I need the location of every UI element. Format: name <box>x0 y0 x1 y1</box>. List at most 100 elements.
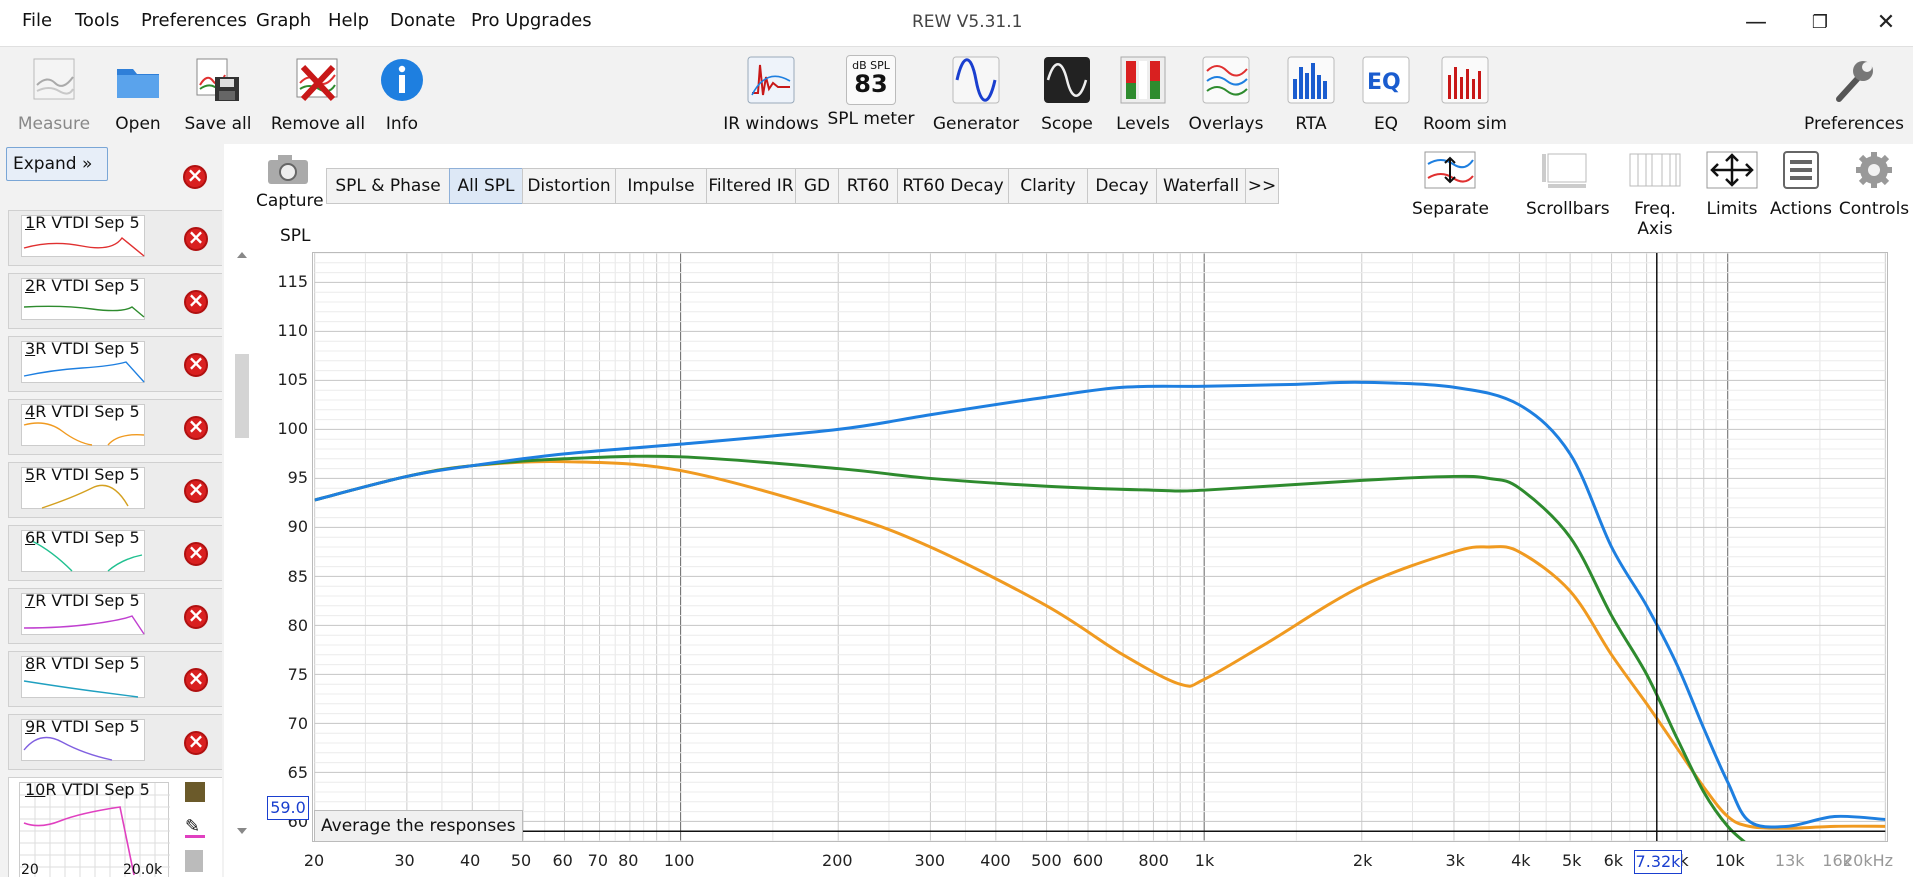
thumbnail-min-freq: 20 <box>21 862 39 877</box>
remove-all-label: Remove all <box>270 114 366 134</box>
pen-icon[interactable]: ✎ <box>185 816 205 838</box>
graph-tab[interactable]: Waterfall <box>1156 168 1246 204</box>
close-button[interactable]: ✕ <box>1866 8 1906 38</box>
menu-tools[interactable]: Tools <box>75 10 119 31</box>
scope-button[interactable]: Scope <box>1032 55 1102 134</box>
graph-tab[interactable]: All SPL <box>449 168 523 204</box>
separate-button[interactable]: Separate <box>1412 150 1489 219</box>
limits-button[interactable]: Limits <box>1702 150 1762 219</box>
remove-measurement-icon[interactable] <box>184 414 208 440</box>
graph-tab[interactable]: >> <box>1245 168 1279 204</box>
x-tick-label: 10k <box>1715 851 1745 870</box>
menu-donate[interactable]: Donate <box>390 10 455 31</box>
overlays-icon <box>1202 56 1250 104</box>
controls-button[interactable]: Controls <box>1838 150 1910 219</box>
measurement-label: R VTDI Sep 5 <box>35 654 140 673</box>
graph-tab[interactable]: RT60 Decay <box>897 168 1009 204</box>
remove-measurement-icon[interactable] <box>184 225 208 251</box>
measurement-number: 5 <box>25 465 36 484</box>
remove-measurement-icon[interactable] <box>184 729 208 755</box>
graph-tab[interactable]: Impulse <box>615 168 707 204</box>
graph-tab[interactable]: Filtered IR <box>706 168 796 204</box>
save-all-button[interactable]: Save all <box>182 55 254 134</box>
controls-label: Controls <box>1838 199 1910 219</box>
scope-icon <box>1044 57 1090 103</box>
graph-tab[interactable]: Distortion <box>522 168 616 204</box>
graph-tab[interactable]: Decay <box>1087 168 1157 204</box>
generator-button[interactable]: Generator <box>930 55 1022 134</box>
menu-graph[interactable]: Graph <box>256 10 311 31</box>
rew-window: File Tools Preferences Graph Help Donate… <box>0 0 1913 877</box>
expand-button[interactable]: Expand » <box>6 147 108 181</box>
menu-help[interactable]: Help <box>328 10 369 31</box>
remove-measurement-icon[interactable] <box>183 163 207 189</box>
measurement-item[interactable]: 2R VTDI Sep 5 <box>8 273 222 329</box>
remove-measurement-icon[interactable] <box>184 477 208 503</box>
separate-label: Separate <box>1412 199 1489 219</box>
graph-tab[interactable]: GD <box>795 168 839 204</box>
measure-icon <box>33 58 75 100</box>
y-tick-label: 80 <box>287 615 308 635</box>
graph-tabs: SPL & Phase All SPL Distortion Impulse Filte… <box>326 168 1324 204</box>
graph-tab[interactable]: SPL & Phase <box>326 168 450 204</box>
measurement-item[interactable]: 3R VTDI Sep 5 <box>8 336 222 392</box>
room-sim-icon <box>1441 56 1489 104</box>
capture-button[interactable]: Capture <box>256 152 324 211</box>
remove-measurement-icon[interactable] <box>184 603 208 629</box>
overlays-button[interactable]: Overlays <box>1188 55 1264 134</box>
eq-button[interactable]: EQ EQ <box>1356 55 1416 134</box>
preferences-button[interactable]: Preferences <box>1800 55 1908 134</box>
gear-icon <box>1856 152 1892 188</box>
minimize-button[interactable]: — <box>1736 8 1776 38</box>
measurement-item[interactable]: 9R VTDI Sep 5 <box>8 714 222 770</box>
measurement-item[interactable]: 1R VTDI Sep 5 <box>8 210 222 266</box>
graph-tab[interactable]: Clarity <box>1008 168 1088 204</box>
scroll-thumb[interactable] <box>235 354 249 438</box>
scrollbars-button[interactable]: Scrollbars <box>1526 150 1610 219</box>
info-label: Info <box>385 114 419 134</box>
ir-windows-icon <box>747 56 795 104</box>
remove-measurement-icon[interactable] <box>184 666 208 692</box>
remove-all-button[interactable]: Remove all <box>270 55 366 134</box>
measurement-item[interactable]: 10R VTDI Sep 5 20 20.0k ✎ <box>8 777 222 877</box>
settings-icon[interactable] <box>185 782 205 802</box>
measure-button[interactable]: Measure <box>14 55 94 134</box>
spl-meter-button[interactable]: dB SPL 83 SPL meter <box>826 55 916 129</box>
room-sim-button[interactable]: Room sim <box>1420 55 1510 134</box>
freq-axis-button[interactable]: Freq. Axis <box>1614 150 1696 239</box>
remove-measurement-icon[interactable] <box>184 540 208 566</box>
ir-windows-button[interactable]: IR windows <box>722 55 820 134</box>
measurement-item[interactable]: 6R VTDI Sep 5 <box>8 525 222 581</box>
measurement-item[interactable]: 8R VTDI Sep 5 <box>8 651 222 707</box>
scrollbars-label: Scrollbars <box>1526 199 1610 219</box>
menu-file[interactable]: File <box>22 10 52 31</box>
open-button[interactable]: Open <box>102 55 174 134</box>
scroll-up-icon[interactable] <box>237 252 247 258</box>
spl-graph[interactable] <box>312 252 1888 842</box>
average-responses-button[interactable]: Average the responses <box>314 810 523 842</box>
graph-tab[interactable]: RT60 <box>838 168 898 204</box>
window-title: REW V5.31.1 <box>912 12 1023 32</box>
menu-preferences[interactable]: Preferences <box>141 10 247 31</box>
measurement-item[interactable]: 5R VTDI Sep 5 <box>8 462 222 518</box>
remove-measurement-icon[interactable] <box>184 288 208 314</box>
levels-button[interactable]: Levels <box>1108 55 1178 134</box>
x-tick-label: 6k <box>1603 851 1624 870</box>
info-button[interactable]: Info <box>372 55 432 134</box>
notes-icon[interactable] <box>185 850 203 872</box>
menu-pro-upgrades[interactable]: Pro Upgrades <box>471 10 592 31</box>
scroll-down-icon[interactable] <box>237 828 247 834</box>
measurement-number: 3 <box>25 339 36 358</box>
measurement-number: 1 <box>25 213 36 232</box>
remove-measurement-icon[interactable] <box>184 351 208 377</box>
x-tick-label: 300 <box>914 851 946 870</box>
generator-icon <box>952 56 1000 104</box>
freq-axis-icon <box>1629 153 1681 187</box>
spl-series-line <box>314 454 1746 841</box>
measurement-scrollbar[interactable] <box>234 248 250 838</box>
rta-button[interactable]: RTA <box>1274 55 1348 134</box>
measurement-item[interactable]: 7R VTDI Sep 5 <box>8 588 222 644</box>
measurement-item[interactable]: 4R VTDI Sep 5 <box>8 399 222 455</box>
restore-button[interactable]: ❐ <box>1800 8 1840 38</box>
actions-button[interactable]: Actions <box>1768 150 1834 219</box>
